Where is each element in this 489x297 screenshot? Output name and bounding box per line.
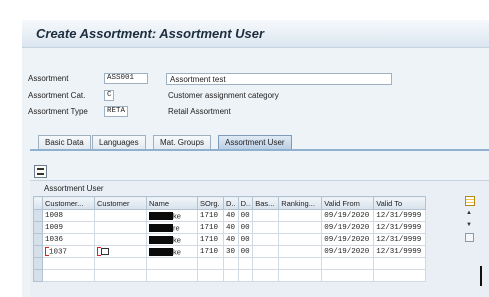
table-scrollbar: ▲ ▼	[461, 195, 477, 255]
table-row[interactable]: 1037 ke 1710 30 00 09/19/2020 12/31/9999	[33, 245, 427, 258]
tab-basic-data[interactable]: Basic Data	[38, 135, 91, 150]
row-selector-header[interactable]	[33, 196, 43, 210]
column-header-valid-to[interactable]: Valid To	[373, 196, 427, 210]
cell-distribution-channel[interactable]: 40	[223, 233, 239, 246]
cell-customer[interactable]	[94, 245, 147, 258]
column-header-ranking[interactable]: Ranking...	[278, 196, 323, 210]
cell-ranking[interactable]	[278, 245, 323, 258]
cell-customer-number[interactable]: 1037	[42, 245, 95, 258]
column-header-customer-number[interactable]: Customer...	[42, 196, 95, 210]
redaction-block	[149, 235, 173, 244]
row-selector[interactable]	[33, 257, 43, 270]
cell-name: re	[146, 221, 198, 234]
edge-artifact	[480, 266, 482, 286]
cell-division[interactable]: 00	[237, 221, 254, 234]
row-selector[interactable]	[33, 209, 43, 222]
value-help-icon[interactable]	[101, 247, 109, 255]
cell-ranking[interactable]	[278, 221, 323, 234]
cell-name: ke	[146, 209, 198, 222]
grid-title: Assortment User	[44, 184, 104, 193]
cell-customer-number[interactable]: 1036	[42, 233, 95, 246]
cell-division[interactable]: 00	[237, 233, 254, 246]
details-icon	[37, 168, 44, 175]
cell-basis[interactable]	[252, 221, 280, 234]
cell-sales-org[interactable]: 1710	[197, 245, 224, 258]
cell-basis[interactable]	[252, 245, 280, 258]
cell-basis[interactable]	[252, 233, 280, 246]
cell-customer-number[interactable]: 1008	[42, 209, 95, 222]
cell-sales-org[interactable]: 1710	[197, 233, 224, 246]
table-row[interactable]: 1036 ke 1710 40 00 09/19/2020 12/31/9999	[33, 233, 427, 246]
scroll-up-arrow-icon[interactable]: ▲	[466, 210, 472, 216]
table-row-empty[interactable]	[33, 269, 427, 282]
column-header-distribution-channel[interactable]: D..	[223, 196, 239, 210]
cell-name: ke	[146, 233, 198, 246]
cell-distribution-channel[interactable]: 40	[223, 221, 239, 234]
column-header-basis[interactable]: Bas...	[252, 196, 280, 210]
cell-division[interactable]: 00	[237, 245, 254, 258]
row-selector[interactable]	[33, 269, 43, 282]
table-row[interactable]: 1008 ke 1710 40 00 09/19/2020 12/31/9999	[33, 209, 427, 222]
cell-ranking[interactable]	[278, 233, 323, 246]
row-selector[interactable]	[33, 221, 43, 234]
cell-sales-org[interactable]: 1710	[197, 209, 224, 222]
assortment-category-label: Assortment Cat.	[28, 91, 86, 100]
tab-assortment-user[interactable]: Assortment User	[218, 135, 292, 150]
assortment-category-field[interactable]: C	[104, 90, 114, 101]
tab-mat-groups[interactable]: Mat. Groups	[153, 135, 212, 150]
assortment-field[interactable]: ASS001	[104, 73, 148, 84]
cell-valid-to[interactable]: 12/31/9999	[373, 245, 427, 258]
page-title: Create Assortment: Assortment User	[36, 26, 265, 41]
redaction-block	[149, 223, 173, 232]
table-row[interactable]: 1009 re 1710 40 00 09/19/2020 12/31/9999	[33, 221, 427, 234]
column-header-division[interactable]: D..	[237, 196, 254, 210]
cell-customer[interactable]	[94, 209, 147, 222]
column-header-valid-from[interactable]: Valid From	[321, 196, 375, 210]
cell-name: ke	[146, 245, 198, 258]
tab-languages[interactable]: Languages	[92, 135, 146, 150]
column-settings-icon[interactable]	[465, 196, 475, 206]
assortment-type-label: Assortment Type	[28, 107, 88, 116]
cell-customer[interactable]	[94, 221, 147, 234]
cell-customer[interactable]	[94, 233, 147, 246]
details-button[interactable]	[34, 165, 47, 178]
table-header-row: Customer... Customer Name SOrg. D.. D.. …	[33, 196, 427, 210]
cell-distribution-channel[interactable]: 40	[223, 209, 239, 222]
cell-valid-to[interactable]: 12/31/9999	[373, 233, 427, 246]
cell-valid-to[interactable]: 12/31/9999	[373, 221, 427, 234]
row-selector[interactable]	[33, 233, 43, 246]
cell-valid-to[interactable]: 12/31/9999	[373, 209, 427, 222]
cell-ranking[interactable]	[278, 209, 323, 222]
assortment-type-field[interactable]: RETA	[104, 106, 128, 117]
cell-distribution-channel[interactable]: 30	[223, 245, 239, 258]
redaction-block	[149, 247, 173, 256]
cell-valid-from[interactable]: 09/19/2020	[321, 209, 375, 222]
assortment-description-field[interactable]: Assortment test	[166, 73, 392, 85]
cell-valid-from[interactable]: 09/19/2020	[321, 245, 375, 258]
column-header-customer[interactable]: Customer	[94, 196, 147, 210]
column-header-name[interactable]: Name	[146, 196, 198, 210]
cell-valid-from[interactable]: 09/19/2020	[321, 233, 375, 246]
cell-valid-from[interactable]: 09/19/2020	[321, 221, 375, 234]
scroll-down-arrow-icon[interactable]: ▼	[466, 222, 472, 228]
cell-customer-number[interactable]: 1009	[42, 221, 95, 234]
title-bar: Create Assortment: Assortment User	[22, 20, 489, 48]
tab-underline	[30, 149, 489, 151]
row-selector[interactable]	[33, 245, 43, 258]
scroll-thumb[interactable]	[465, 233, 474, 242]
assortment-type-description: Retail Assortment	[168, 107, 231, 116]
cell-basis[interactable]	[252, 209, 280, 222]
assortment-category-description: Customer assignment category	[168, 91, 279, 100]
assortment-user-table: Customer... Customer Name SOrg. D.. D.. …	[33, 196, 427, 282]
column-header-sales-org[interactable]: SOrg.	[197, 196, 224, 210]
assortment-label: Assortment	[28, 74, 69, 83]
redaction-block	[149, 211, 173, 220]
table-row-empty[interactable]	[33, 257, 427, 270]
cell-division[interactable]: 00	[237, 209, 254, 222]
cell-sales-org[interactable]: 1710	[197, 221, 224, 234]
